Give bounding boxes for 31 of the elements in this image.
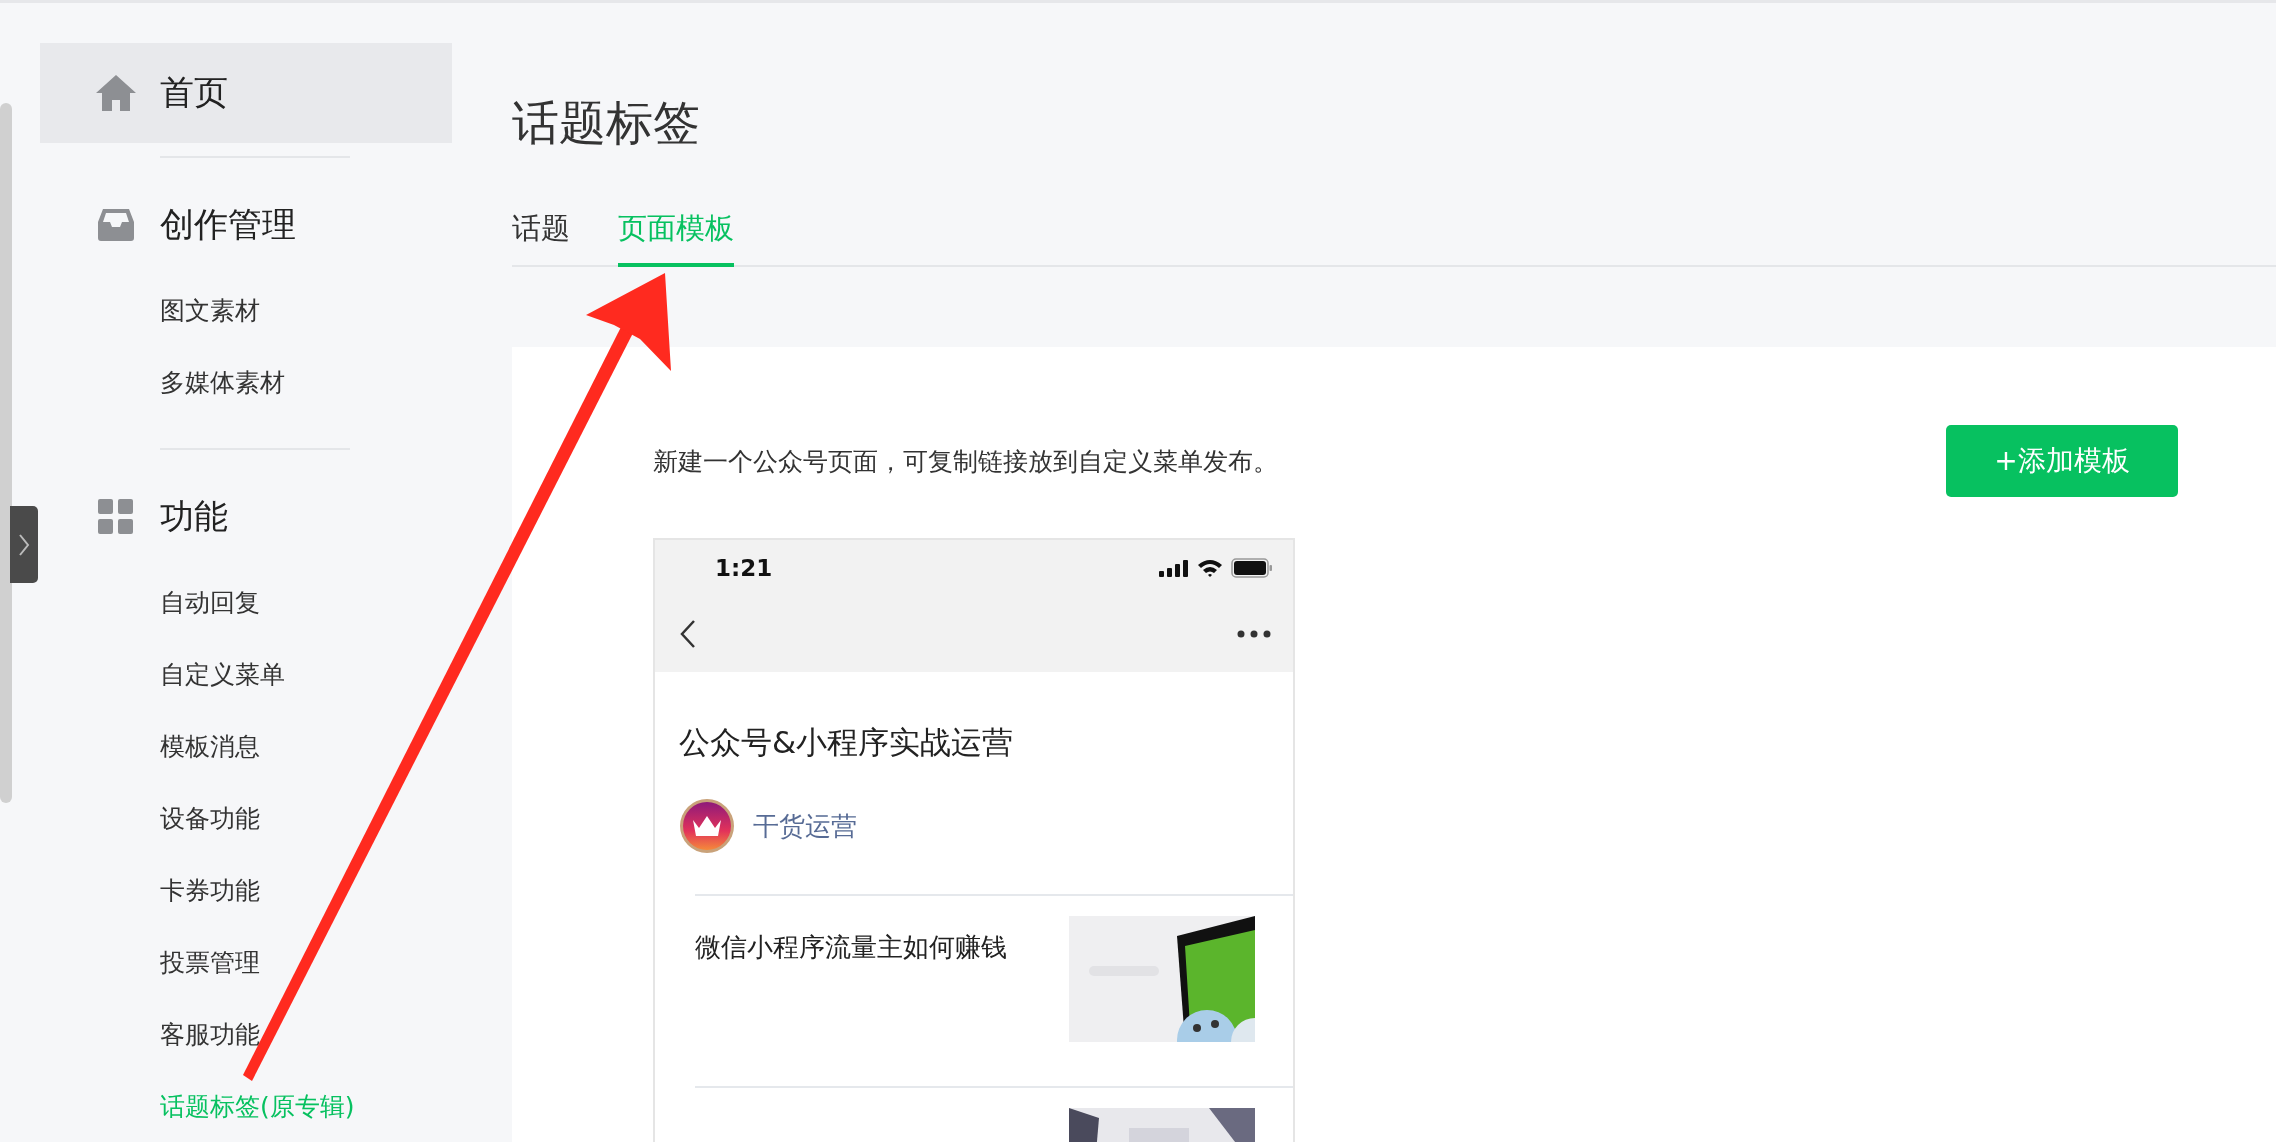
page-title: 话题标签 <box>512 94 701 152</box>
sidebar-item[interactable]: 卡券功能 <box>40 855 452 927</box>
sidebar-section[interactable]: 功能 <box>40 467 452 567</box>
avatar-icon <box>679 798 735 854</box>
signal-icon <box>1159 559 1189 577</box>
section-title: 首页 <box>160 71 228 114</box>
battery-icon <box>1231 558 1273 578</box>
article-title: 公众号&小程序实战运营 <box>678 723 1015 762</box>
sidebar-item[interactable]: 设备功能 <box>40 783 452 855</box>
sidebar-item[interactable]: 客服功能 <box>40 999 452 1071</box>
sidebar-item[interactable]: 自定义菜单 <box>40 639 452 711</box>
author-name[interactable]: 干货运营 <box>753 808 857 844</box>
sidebar-section[interactable]: 创作管理 <box>40 175 452 275</box>
back-icon[interactable] <box>679 619 697 649</box>
sidebar-item[interactable]: 模板消息 <box>40 711 452 783</box>
sidebar-item[interactable]: 多媒体素材 <box>40 347 452 419</box>
more-icon[interactable] <box>1237 630 1271 638</box>
collapse-handle[interactable] <box>10 506 38 583</box>
tab[interactable]: 话题 <box>512 209 570 267</box>
home-icon <box>95 74 137 112</box>
inbox-icon <box>95 208 137 242</box>
wifi-icon <box>1197 558 1223 578</box>
sidebar-item[interactable]: 图文素材 <box>40 275 452 347</box>
sidebar-item[interactable]: 自动回复 <box>40 567 452 639</box>
section-title: 创作管理 <box>160 203 296 246</box>
description-text: 新建一个公众号页面，可复制链接放到自定义菜单发布。 <box>653 445 1279 478</box>
status-time: 1:21 <box>715 555 773 581</box>
section-title: 功能 <box>160 495 228 538</box>
sidebar-section[interactable]: 首页 <box>40 43 452 143</box>
article-item-title[interactable]: 微信小程序流量主如何赚钱 <box>695 916 1007 965</box>
sidebar-item[interactable]: 投票管理 <box>40 927 452 999</box>
